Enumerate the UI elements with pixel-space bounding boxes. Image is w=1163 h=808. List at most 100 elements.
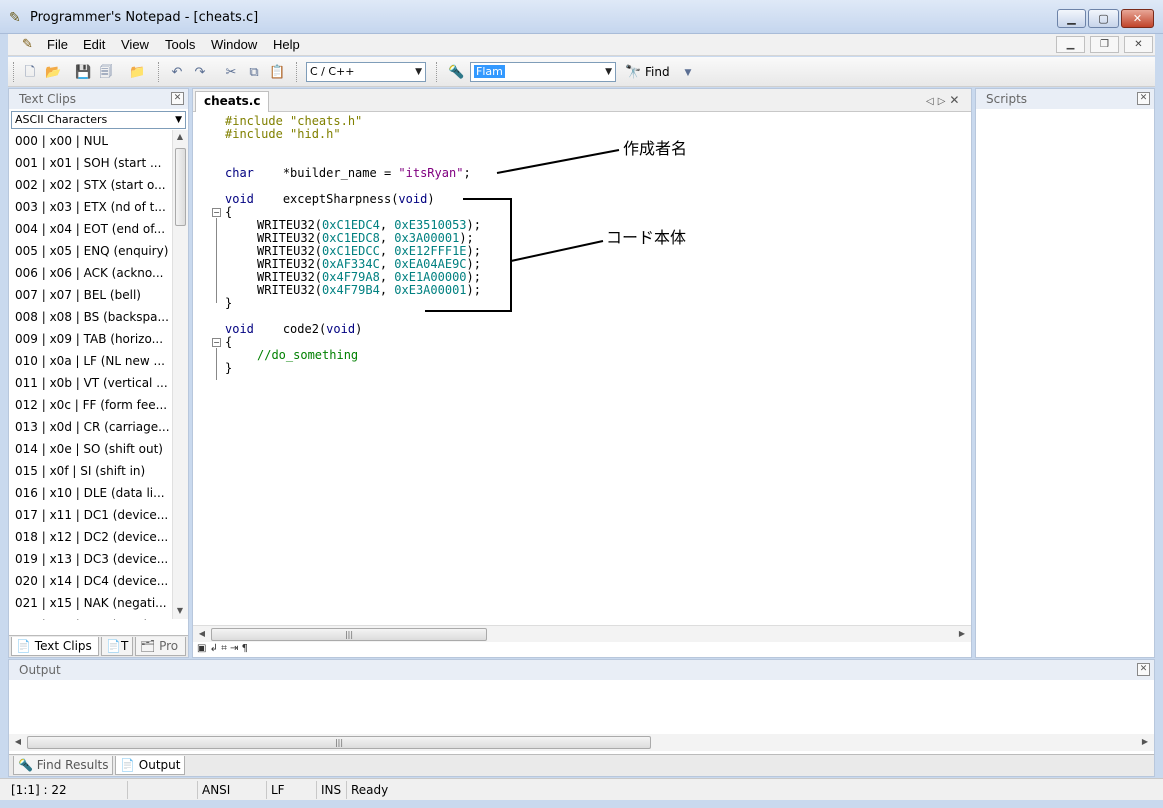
wrap-icon[interactable]: ↲ bbox=[210, 643, 218, 654]
tab-projects[interactable]: 🗂 Pro bbox=[135, 637, 186, 656]
menu-window[interactable]: Window bbox=[211, 37, 257, 53]
list-item[interactable]: 001 | x01 | SOH (start ... bbox=[9, 152, 171, 174]
view-icon[interactable]: ▣ bbox=[197, 643, 206, 654]
minimize-button[interactable]: ▁ bbox=[1057, 9, 1086, 28]
close-icon[interactable]: ✕ bbox=[171, 92, 184, 105]
chevron-down-icon: ▼ bbox=[415, 67, 422, 77]
project-icon: 🗂 bbox=[140, 639, 156, 653]
clip-list: 000 | x00 | NUL 001 | x01 | SOH (start ..… bbox=[9, 130, 171, 620]
close-icon[interactable]: ✕ bbox=[1137, 663, 1150, 676]
search-icon: 🔦 bbox=[18, 758, 33, 772]
save-all-icon[interactable]: 🗐 bbox=[98, 65, 114, 81]
scroll-thumb[interactable] bbox=[175, 148, 186, 226]
toolbar-grip[interactable] bbox=[158, 62, 161, 82]
scroll-right-icon[interactable]: ▶ bbox=[955, 629, 969, 638]
tab-label: T bbox=[120, 639, 129, 653]
list-item[interactable]: 009 | x09 | TAB (horizo... bbox=[9, 328, 171, 350]
whitespace-icon[interactable]: ⌗ bbox=[221, 643, 227, 654]
tab-icon[interactable]: ⇥ bbox=[230, 643, 238, 654]
status-blank bbox=[128, 781, 198, 799]
list-item[interactable]: 003 | x03 | ETX (nd of t... bbox=[9, 196, 171, 218]
toolbar-grip[interactable] bbox=[13, 62, 16, 82]
scroll-up-icon[interactable]: ▲ bbox=[173, 132, 187, 141]
cursor-position: [1:1] : 22 bbox=[8, 781, 128, 799]
close-icon[interactable]: ✕ bbox=[1137, 92, 1150, 105]
scroll-left-icon[interactable]: ◀ bbox=[195, 629, 209, 638]
mdi-restore-button[interactable]: ❐ bbox=[1090, 36, 1119, 53]
copy-icon[interactable]: ⧉ bbox=[246, 65, 262, 81]
redo-icon[interactable]: ↷ bbox=[192, 65, 208, 81]
list-item[interactable]: 018 | x12 | DC2 (device... bbox=[9, 526, 171, 548]
save-icon[interactable]: 💾 bbox=[75, 65, 91, 81]
list-item[interactable]: 000 | x00 | NUL bbox=[9, 130, 171, 152]
list-item[interactable]: 014 | x0e | SO (shift out) bbox=[9, 438, 171, 460]
menu-tools[interactable]: Tools bbox=[165, 37, 195, 53]
find-button[interactable]: Find bbox=[645, 65, 670, 79]
find-icon[interactable]: 🔭 bbox=[625, 65, 641, 81]
document-icon: ✎ bbox=[22, 37, 33, 52]
editor-hscrollbar[interactable]: ◀ ||| ▶ bbox=[193, 625, 971, 642]
scroll-thumb[interactable]: ||| bbox=[27, 736, 651, 749]
undo-icon[interactable]: ↶ bbox=[169, 65, 185, 81]
list-item[interactable]: 002 | x02 | STX (start o... bbox=[9, 174, 171, 196]
toolbar-grip[interactable] bbox=[436, 62, 439, 82]
tab-text-clips[interactable]: 📄 Text Clips bbox=[11, 637, 99, 656]
open-folder-icon[interactable]: 📁 bbox=[129, 65, 145, 81]
mdi-minimize-button[interactable]: ▁ bbox=[1056, 36, 1085, 53]
clip-category-select[interactable]: ASCII Characters ▼ bbox=[11, 111, 186, 129]
menu-help[interactable]: Help bbox=[273, 37, 300, 53]
chevron-down-icon: ▼ bbox=[175, 115, 182, 125]
menu-edit[interactable]: Edit bbox=[83, 37, 105, 53]
search-value: Flam bbox=[474, 65, 505, 78]
list-item[interactable]: 011 | x0b | VT (vertical ... bbox=[9, 372, 171, 394]
list-item[interactable]: 020 | x14 | DC4 (device... bbox=[9, 570, 171, 592]
menu-view[interactable]: View bbox=[121, 37, 149, 53]
clips-icon: 📄 bbox=[16, 639, 31, 653]
list-item[interactable]: 021 | x15 | NAK (negati... bbox=[9, 592, 171, 614]
paragraph-icon[interactable]: ¶ bbox=[242, 643, 248, 654]
mdi-close-button[interactable]: ✕ bbox=[1124, 36, 1153, 53]
scroll-down-icon[interactable]: ▼ bbox=[173, 606, 187, 615]
close-window-button[interactable]: ✕ bbox=[1121, 9, 1154, 28]
list-item[interactable]: 015 | x0f | SI (shift in) bbox=[9, 460, 171, 482]
annotation-bracket bbox=[425, 198, 512, 312]
paste-icon[interactable]: 📋 bbox=[269, 65, 285, 81]
line-ending-indicator: LF bbox=[268, 781, 317, 799]
list-item[interactable]: 012 | x0c | FF (form fee... bbox=[9, 394, 171, 416]
scroll-right-icon[interactable]: ▶ bbox=[1138, 737, 1152, 746]
cut-icon[interactable]: ✂ bbox=[223, 65, 239, 81]
maximize-button[interactable]: ▢ bbox=[1088, 9, 1119, 28]
menu-file[interactable]: File bbox=[47, 37, 68, 53]
list-item[interactable]: 016 | x10 | DLE (data li... bbox=[9, 482, 171, 504]
list-item[interactable]: 004 | x04 | EOT (end of... bbox=[9, 218, 171, 240]
open-file-icon[interactable]: 📂 bbox=[45, 65, 61, 81]
scroll-left-icon[interactable]: ◀ bbox=[11, 737, 25, 746]
scroll-thumb[interactable]: ||| bbox=[211, 628, 487, 641]
encoding-indicator: ANSI bbox=[199, 781, 267, 799]
document-icon: 📄 bbox=[120, 758, 135, 772]
list-item[interactable]: 019 | x13 | DC3 (device... bbox=[9, 548, 171, 570]
tab-find-results[interactable]: 🔦 Find Results bbox=[13, 756, 113, 775]
chevron-down-icon[interactable]: ▼ bbox=[680, 65, 696, 81]
annotation-arrow-author bbox=[496, 149, 620, 174]
output-hscrollbar[interactable]: ◀ ||| ▶ bbox=[9, 734, 1154, 751]
list-item[interactable]: 010 | x0a | LF (NL new ... bbox=[9, 350, 171, 372]
list-item[interactable]: 005 | x05 | ENQ (enquiry) bbox=[9, 240, 171, 262]
list-item[interactable]: 008 | x08 | BS (backspa... bbox=[9, 306, 171, 328]
list-item[interactable]: 022 | x16 | SYN (synchr... bbox=[9, 614, 171, 620]
toolbar-grip[interactable] bbox=[296, 62, 299, 82]
output-text-area[interactable] bbox=[9, 680, 1154, 734]
list-item[interactable]: 017 | x11 | DC1 (device... bbox=[9, 504, 171, 526]
tab-tags[interactable]: 📄T bbox=[101, 637, 133, 656]
scheme-select[interactable]: C / C++ ▼ bbox=[306, 62, 426, 82]
clip-scrollbar[interactable]: ▲ ▼ bbox=[172, 130, 188, 619]
list-item[interactable]: 013 | x0d | CR (carriage... bbox=[9, 416, 171, 438]
new-file-icon[interactable]: 🗋 bbox=[22, 65, 38, 81]
tab-output[interactable]: 📄 Output bbox=[115, 756, 185, 775]
annotation-overlay bbox=[425, 149, 620, 312]
clip-category-value: ASCII Characters bbox=[15, 113, 108, 126]
scheme-value: C / C++ bbox=[310, 65, 355, 78]
search-input[interactable]: Flam ▼ bbox=[470, 62, 616, 82]
list-item[interactable]: 006 | x06 | ACK (ackno... bbox=[9, 262, 171, 284]
list-item[interactable]: 007 | x07 | BEL (bell) bbox=[9, 284, 171, 306]
